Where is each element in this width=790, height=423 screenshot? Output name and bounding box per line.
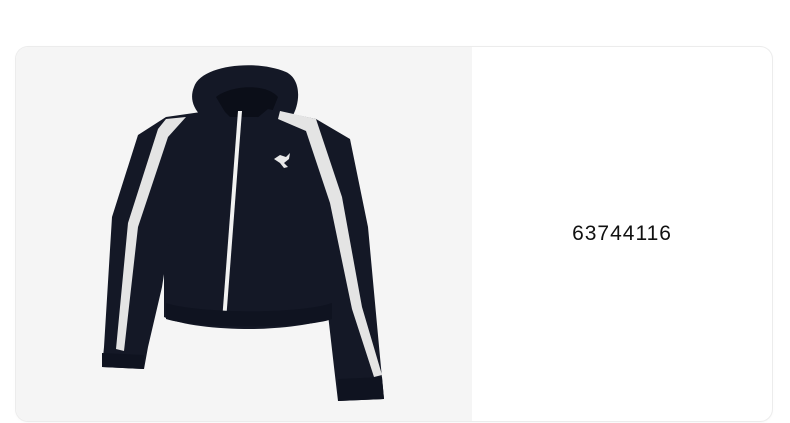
product-info-panel: 63744116 xyxy=(472,47,772,421)
product-code: 63744116 xyxy=(572,222,672,245)
product-image-panel[interactable] xyxy=(16,47,472,421)
jacket-product-image xyxy=(102,65,384,401)
product-card[interactable]: 63744116 xyxy=(16,47,772,421)
